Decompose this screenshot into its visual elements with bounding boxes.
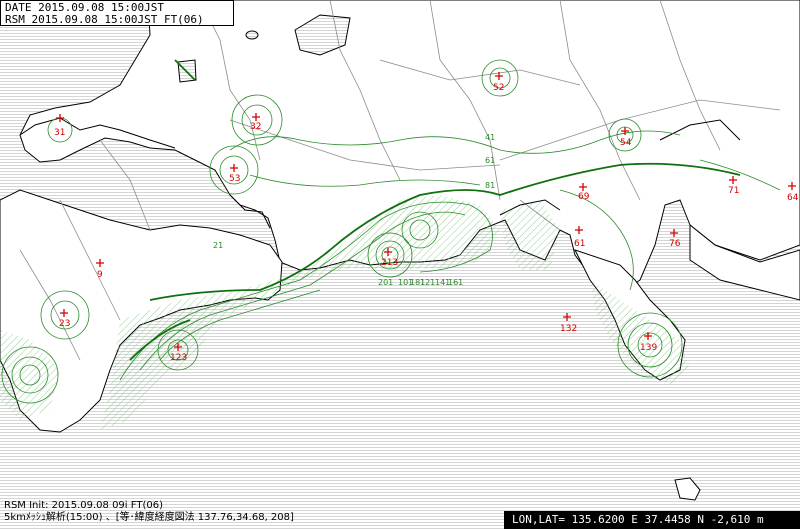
contour-label: 201 <box>378 278 393 287</box>
station-label-69: 69 <box>578 192 590 202</box>
station-label-9: 9 <box>97 270 103 280</box>
station-label-61: 61 <box>574 239 585 249</box>
station-label-53: 53 <box>229 174 240 184</box>
station-label-123: 123 <box>170 353 187 363</box>
station-label-54: 54 <box>620 138 632 148</box>
station-label-71: 71 <box>728 186 739 196</box>
station-label-132: 132 <box>560 324 577 334</box>
station-label-23: 23 <box>59 319 70 329</box>
station-label-52: 52 <box>493 83 504 93</box>
station-label-213: 213 <box>381 258 398 268</box>
precipitation-map: 21 41 61 81 101 121 141 161 181 201 31 3… <box>0 0 800 529</box>
station-label-139: 139 <box>640 343 657 353</box>
contour-label: 61 <box>485 156 495 165</box>
contour-label: 21 <box>213 241 223 250</box>
footer-method-line: 5kmﾒｯｼｭ解析(15:00) 、[等･緯度経度図法 137.76,34.68… <box>4 512 294 523</box>
station-label-76: 76 <box>669 239 681 249</box>
contour-label: 81 <box>485 181 495 190</box>
station-label-31: 31 <box>54 128 65 138</box>
station-label-64: 64 <box>787 193 799 203</box>
header-model-line: RSM 2015.09.08 15:00JST FT(06) <box>5 13 204 26</box>
footer-init-line: RSM Init: 2015.09.08 09i FT(06) <box>4 500 163 511</box>
lake-small <box>245 30 259 40</box>
footer-info: RSM Init: 2015.09.08 09i FT(06) 5kmﾒｯｼｭ解… <box>4 500 294 524</box>
contour-label: 41 <box>485 133 495 142</box>
contour-label: 181 <box>410 278 425 287</box>
contour-label: 161 <box>448 278 463 287</box>
coordinate-readout: LON,LAT= 135.6200 E 37.4458 N -2,610 m <box>504 511 800 529</box>
header-info-box: DATE 2015.09.08 15:00JST RSM 2015.09.08 … <box>0 0 234 26</box>
station-label-32: 32 <box>250 122 261 132</box>
